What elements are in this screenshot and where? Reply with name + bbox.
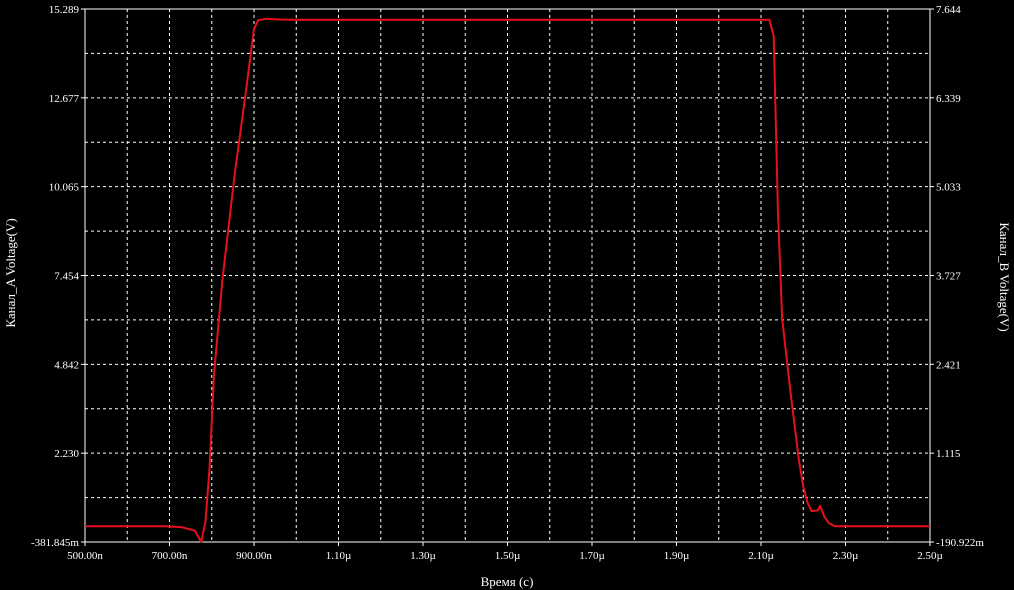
x-tick-label: 1.30µ (410, 550, 436, 562)
y-axis-right-title: Канал_B Voltage(V) (997, 222, 1012, 331)
oscilloscope-chart: 500.00n 700.00n 900.00n 1.10µ 1.30µ 1.50µ 1.70… (0, 0, 1014, 590)
y-right-tick-label: 5.033 (936, 182, 961, 194)
x-axis-title: Время (с) (481, 574, 534, 589)
y-left-tick-label: 12.677 (49, 93, 80, 105)
x-tick-label: 700.00n (152, 550, 188, 562)
y-left-tick-label: 10.065 (49, 182, 80, 194)
y-left-tick-label: 4.842 (54, 359, 79, 371)
x-tick-label: 2.10µ (748, 550, 774, 562)
x-tick-label: 1.90µ (664, 550, 690, 562)
y-right-tick-label: 3.727 (936, 270, 961, 282)
x-tick-label: 2.30µ (833, 550, 859, 562)
y-right-tick-label: -190.922m (936, 537, 984, 549)
y-right-tick-label: 2.421 (936, 359, 961, 371)
x-tick-label: 900.00n (236, 550, 272, 562)
x-tick-label: 500.00n (67, 550, 103, 562)
y-left-tick-label: 7.454 (54, 270, 79, 282)
y-right-tick-label: 6.339 (936, 93, 961, 105)
y-left-tick-label: 15.289 (49, 4, 80, 16)
x-tick-label: 1.10µ (326, 550, 352, 562)
y-left-tick-label: -381.845m (31, 537, 79, 549)
y-axis-left-title: Канал_A Voltage(V) (3, 218, 18, 327)
y-right-tick-label: 1.115 (936, 448, 961, 460)
y-right-tick-label: 7.644 (936, 4, 961, 16)
x-tick-label: 1.50µ (495, 550, 521, 562)
y-left-tick-label: 2.230 (54, 448, 79, 460)
x-tick-label: 2.50µ (917, 550, 943, 562)
x-tick-label: 1.70µ (579, 550, 605, 562)
